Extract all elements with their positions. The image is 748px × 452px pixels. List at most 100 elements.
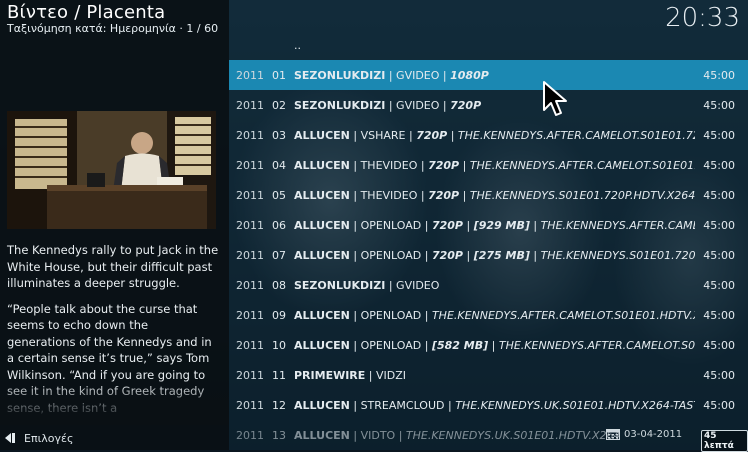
source-list-item[interactable]: 2011 12 ALLUCEN | STREAMCLOUD | THE.KENNED… [229, 390, 748, 420]
item-host: OPENLOAD [360, 248, 422, 262]
item-source: SEZONLUKDIZI [294, 98, 386, 112]
item-size: [275 MB] [473, 248, 530, 262]
item-host: OPENLOAD [360, 338, 422, 352]
item-source: ALLUCEN [294, 158, 350, 172]
parent-folder-item[interactable]: .. [229, 30, 748, 60]
back-arrow-icon [5, 433, 15, 443]
source-list-item[interactable]: 2011 04 ALLUCEN | THEVIDEO | 720P | THE.KE… [229, 150, 748, 180]
source-list-item[interactable]: 2011 10 ALLUCEN | OPENLOAD | [582 MB] | TH… [229, 330, 748, 360]
item-number: 01 [272, 68, 286, 82]
item-year: 2011 [236, 158, 264, 172]
item-release: THE.KENNEDYS.AFTER.CAMELOT.S01E01.7... [469, 158, 695, 172]
runtime-badge: 45 λεπτά [701, 430, 748, 452]
separator: | [447, 128, 458, 142]
item-year: 2011 [236, 338, 264, 352]
item-number: 12 [272, 398, 286, 412]
item-host: OPENLOAD [360, 218, 422, 232]
sources-list: .. 2011 01 SEZONLUKDIZI | GVIDEO | 1080P 45… [229, 30, 748, 450]
item-host: STREAMCLOUD [360, 398, 445, 412]
source-list-item[interactable]: 2011 07 ALLUCEN | OPENLOAD | 720P | [275 M… [229, 240, 748, 270]
separator: | [365, 368, 376, 382]
clock: 20:33 [665, 3, 740, 33]
mouse-pointer-icon [543, 81, 567, 116]
item-source: ALLUCEN [294, 248, 350, 262]
item-duration: 45:00 [703, 308, 735, 322]
source-list-item[interactable]: 2011 08 SEZONLUKDIZI | GVIDEO 45:00 [229, 270, 748, 300]
item-release: THE.KENNEDYS.AFTER.CAMELOT.S01E01.720... [457, 128, 695, 142]
separator: | [417, 158, 429, 172]
source-list-item[interactable]: 2011 06 ALLUCEN | OPENLOAD | 720P | [929 M… [229, 210, 748, 240]
item-release: THE.KENNEDYS.AFTER.CAMELOT.S01E01.HDTV.X… [431, 308, 695, 322]
source-list-item[interactable]: 2011 01 SEZONLUKDIZI | GVIDEO | 1080P 45:00 [229, 60, 748, 90]
item-duration: 45:00 [703, 338, 735, 352]
item-label: ALLUCEN | THEVIDEO | 720P | THE.KENNEDYS… [294, 189, 695, 202]
item-host: VSHARE [360, 128, 406, 142]
item-source: ALLUCEN [294, 308, 350, 322]
item-quality: 1080P [450, 68, 489, 82]
source-list-item[interactable]: 2011 05 ALLUCEN | THEVIDEO | 720P | THE.KE… [229, 180, 748, 210]
item-number: 07 [272, 248, 286, 262]
separator: | [349, 398, 361, 412]
item-duration: 45:00 [703, 278, 735, 292]
item-label: SEZONLUKDIZI | GVIDEO | 720P [294, 99, 695, 112]
separator: | [349, 188, 361, 202]
item-number: 08 [272, 278, 286, 292]
item-source: ALLUCEN [294, 398, 350, 412]
options-button[interactable]: Επιλογές [0, 428, 73, 448]
item-source: ALLUCEN [294, 218, 350, 232]
item-number: 11 [272, 368, 286, 382]
item-year: 2011 [236, 188, 264, 202]
separator: | [349, 218, 361, 232]
item-release: THE.KENNEDYS.S01E01.720P... [540, 248, 695, 262]
item-release: THE.KENNEDYS.UK.S01E01.HDTV.X264-TASTE..… [455, 398, 695, 412]
item-label: SEZONLUKDIZI | GVIDEO [294, 279, 695, 292]
item-duration: 45:00 [703, 158, 735, 172]
separator: | [421, 308, 432, 322]
item-year: 2011 [236, 368, 264, 382]
separator: | [349, 128, 361, 142]
item-host: THEVIDEO [360, 158, 418, 172]
item-source: ALLUCEN [294, 128, 350, 142]
separator: | [529, 218, 541, 232]
separator: | [462, 218, 474, 232]
item-release: THE.KENNEDYS.AFTER.CAMELOT... [540, 218, 695, 232]
item-source: SEZONLUKDIZI [294, 68, 386, 82]
item-label: ALLUCEN | THEVIDEO | 720P | THE.KENNEDYS… [294, 159, 695, 172]
parent-folder-label: .. [294, 38, 301, 52]
item-host: GVIDEO [396, 98, 440, 112]
item-year: 2011 [236, 248, 264, 262]
separator: | [417, 188, 429, 202]
page-title: Βίντεο / Placenta [7, 2, 166, 23]
separator: | [405, 128, 417, 142]
item-quality: 720P [428, 158, 460, 172]
source-list-item[interactable]: 2011 11 PRIMEWIRE | VIDZI 45:00 [229, 360, 748, 390]
separator: | [349, 428, 361, 442]
date-info: 03-04-2011 [606, 428, 682, 440]
item-label: PRIMEWIRE | VIDZI [294, 369, 695, 382]
separator: | [444, 398, 456, 412]
item-number: 10 [272, 338, 286, 352]
item-duration: 45:00 [703, 188, 735, 202]
item-quality: 720P [431, 218, 463, 232]
episode-thumbnail [7, 111, 216, 229]
separator: | [385, 68, 397, 82]
source-list-item[interactable]: 2011 03 ALLUCEN | VSHARE | 720P | THE.KENN… [229, 120, 748, 150]
item-release: THE.KENNEDYS.S01E01.720P.HDTV.X264-T... [469, 188, 695, 202]
item-source: PRIMEWIRE [294, 368, 366, 382]
item-source: ALLUCEN [294, 338, 350, 352]
item-host: THEVIDEO [360, 188, 418, 202]
item-label: ALLUCEN | OPENLOAD | 720P | [275 MB] | T… [294, 249, 695, 262]
source-list-item[interactable]: 2011 02 SEZONLUKDIZI | GVIDEO | 720P 45:00 [229, 90, 748, 120]
separator: | [421, 248, 432, 262]
item-number: 06 [272, 218, 286, 232]
separator: | [395, 428, 406, 442]
separator: | [439, 98, 451, 112]
item-duration: 45:00 [703, 368, 735, 382]
item-year: 2011 [236, 68, 264, 82]
item-duration: 45:00 [703, 248, 735, 262]
source-list-item[interactable]: 2011 09 ALLUCEN | OPENLOAD | THE.KENNEDYS.… [229, 300, 748, 330]
item-label: SEZONLUKDIZI | GVIDEO | 1080P [294, 69, 695, 82]
sort-info[interactable]: Ταξινόμηση κατά: Ημερομηνία · 1 / 60 [7, 22, 218, 35]
separator: | [421, 338, 432, 352]
plot-fade [0, 380, 229, 425]
